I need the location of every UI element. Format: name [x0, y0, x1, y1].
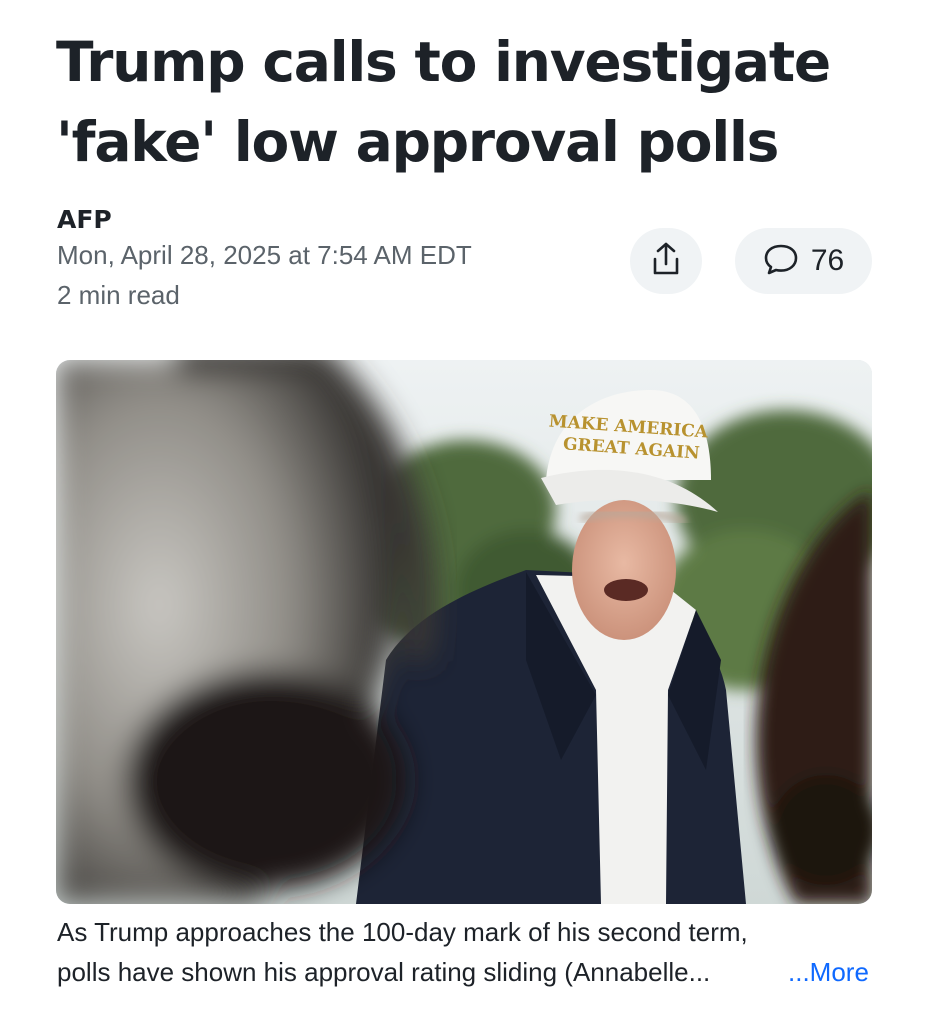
comment-count: 76	[810, 244, 845, 277]
byline: AFP Mon, April 28, 2025 at 7:54 AM EDT 2…	[57, 205, 472, 315]
article-source[interactable]: AFP	[57, 205, 472, 235]
caption-more-link[interactable]: ...More	[788, 952, 869, 992]
caption-line-1: As Trump approaches the 100-day mark of …	[57, 917, 748, 947]
caption-line-2: polls have shown his approval rating sli…	[57, 957, 711, 987]
comment-bubble-icon	[763, 242, 799, 281]
hero-image[interactable]: MAKE AMERICA GREAT AGAIN	[56, 360, 872, 904]
article-timestamp: Mon, April 28, 2025 at 7:54 AM EDT	[57, 240, 472, 270]
share-button[interactable]	[630, 228, 702, 294]
comments-button[interactable]: 76	[735, 228, 872, 294]
read-time: 2 min read	[57, 280, 180, 310]
article-headline: Trump calls to investigate 'fake' low ap…	[56, 30, 831, 174]
image-caption: As Trump approaches the 100-day mark of …	[57, 912, 877, 992]
share-icon	[649, 241, 683, 282]
